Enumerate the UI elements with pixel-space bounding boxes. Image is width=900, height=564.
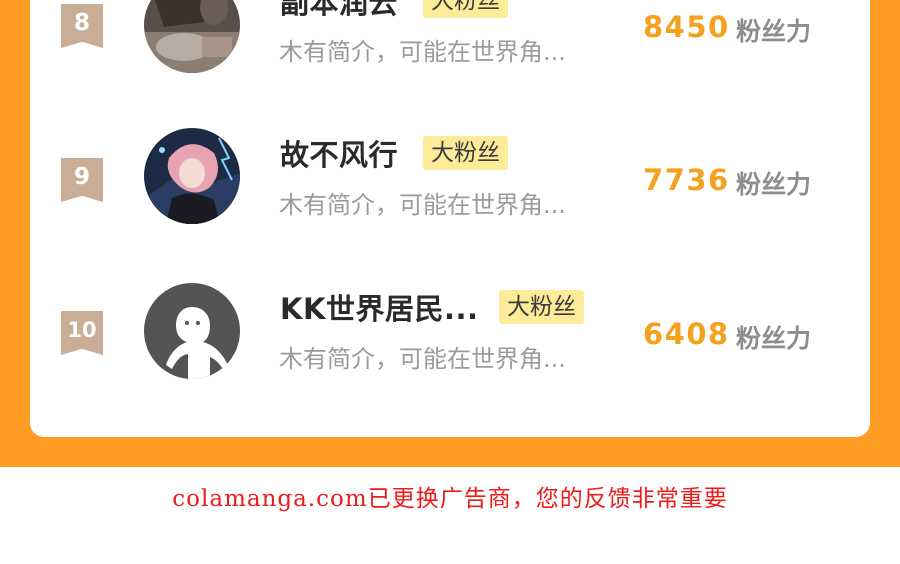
user-bio: 木有简介，可能在世界角... [279,38,566,66]
user-name[interactable]: 故不风行 [280,132,398,174]
user-bio: 木有简介，可能在世界角... [279,345,566,373]
fan-level-badge: 大粉丝 [423,136,508,170]
rank-tag: 10 [61,311,103,355]
fan-power-score: 8450 [643,10,730,44]
user-avatar[interactable] [144,0,240,73]
rank-tag: 9 [61,158,103,202]
advertiser-notice: colamanga.com已更换广告商，您的反馈非常重要 [172,486,728,512]
user-avatar[interactable] [144,128,240,224]
fan-level-badge: 大粉丝 [499,290,584,324]
fan-ranking-card: 8 副本润云 大粉丝 木有简介，可能在世界角... 8450 粉丝力 9 故不风… [30,0,870,437]
ranking-row[interactable]: 10 KK世界居民... 大粉丝 木有简介，可能在世界角... 6408 粉丝力 [30,269,870,379]
ranking-row[interactable]: 8 副本润云 大粉丝 木有简介，可能在世界角... 8450 粉丝力 [30,0,870,73]
fan-level-badge: 大粉丝 [423,0,508,18]
user-name[interactable]: 副本润云 [280,0,398,22]
fan-power-score: 6408 [643,317,730,351]
default-user-avatar-icon[interactable] [144,283,240,379]
ranking-row[interactable]: 9 故不风行 大粉丝 木有简介，可能在世界角... 7736 粉丝力 [30,115,870,225]
user-bio: 木有简介，可能在世界角... [279,191,566,219]
rank-tag: 8 [61,4,103,48]
fan-power-label: 粉丝力 [736,17,812,46]
fan-power-score: 7736 [643,163,730,197]
fan-power-label: 粉丝力 [736,324,812,353]
user-name[interactable]: KK世界居民... [280,286,479,328]
fan-power-label: 粉丝力 [736,170,812,199]
